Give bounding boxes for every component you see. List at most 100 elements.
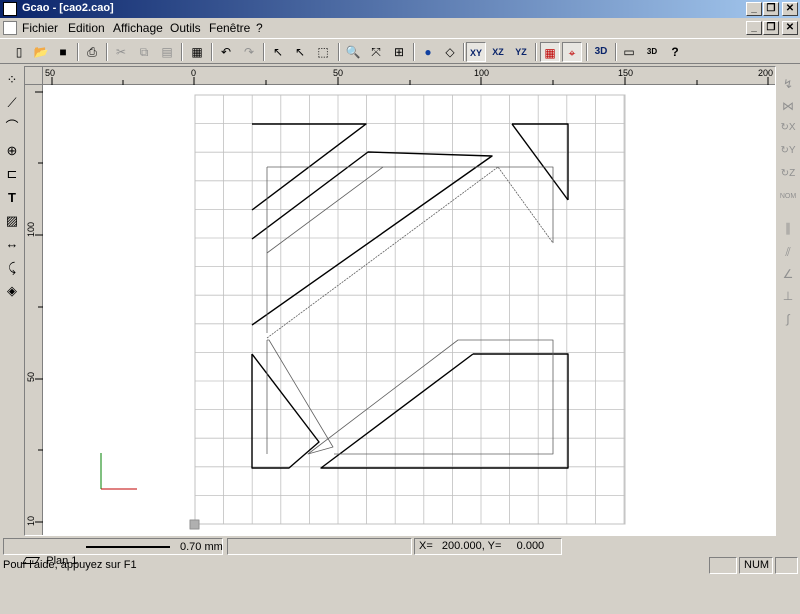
rotate-z-icon[interactable]: ↻Z bbox=[778, 164, 798, 184]
pro-3d-icon[interactable]: 3D bbox=[642, 42, 662, 62]
save-icon[interactable]: ■ bbox=[53, 42, 73, 62]
minimize-button[interactable]: _ bbox=[746, 2, 762, 16]
view-xy-button[interactable]: XY bbox=[466, 42, 486, 62]
cube-icon[interactable]: ◇ bbox=[440, 42, 460, 62]
zoom-icon[interactable]: 🔍 bbox=[343, 42, 363, 62]
mirror-icon[interactable]: ⋈ bbox=[778, 96, 798, 116]
title-bar: Gcao - [cao2.cao] _ ❐ ✕ bbox=[0, 0, 800, 18]
redo-icon[interactable]: ↷ bbox=[239, 42, 259, 62]
line-width-sample bbox=[86, 546, 170, 548]
vertical-ruler-ticks bbox=[35, 91, 43, 523]
help-hint: Pour l'aide, appuyez sur F1 bbox=[3, 559, 137, 571]
menu-fichier[interactable]: Fichier bbox=[22, 21, 58, 35]
status-bar: Pour l'aide, appuyez sur F1 NUM bbox=[0, 556, 800, 576]
rotate-x-icon[interactable]: ↻X bbox=[778, 118, 798, 138]
properties-icon[interactable]: ▦ bbox=[187, 42, 207, 62]
grid-border bbox=[194, 94, 626, 525]
menu-help[interactable]: ? bbox=[256, 21, 263, 35]
main-toolbar: ▯ 📂 ■ ⎙ ✂ ⧉ ▤ ▦ ↶ ↷ ↖ ↖ ⬚ 🔍 ⤧ ⊞ ● ◇ XY X… bbox=[0, 38, 800, 64]
toolbar-separator bbox=[106, 43, 108, 61]
curve-tool-icon[interactable]: ⌒ bbox=[2, 117, 22, 137]
vertical-ruler: 100 50 10 bbox=[25, 85, 43, 535]
menu-affichage[interactable]: Affichage bbox=[113, 21, 163, 35]
toolbar-separator bbox=[615, 43, 617, 61]
ruler-label: 10 bbox=[26, 515, 36, 526]
doc-restore-button[interactable]: ❐ bbox=[763, 21, 779, 35]
view-yz-button[interactable]: YZ bbox=[511, 42, 531, 62]
grid bbox=[194, 94, 626, 525]
perpendicular-icon[interactable]: ⊥ bbox=[778, 286, 798, 306]
doc-minimize-button[interactable]: _ bbox=[746, 21, 762, 35]
arc-tool-icon[interactable]: ⤹ bbox=[2, 258, 22, 278]
menu-fenetre[interactable]: Fenêtre bbox=[209, 21, 250, 35]
drawing-canvas[interactable] bbox=[43, 85, 776, 536]
open-icon[interactable]: 📂 bbox=[31, 42, 51, 62]
select-node-icon[interactable]: ↖ bbox=[290, 42, 310, 62]
coordinates-field: X= 200.000, Y= 0.000 bbox=[414, 538, 562, 555]
print-icon[interactable]: ⎙ bbox=[82, 42, 102, 62]
ruler-label: 100 bbox=[26, 221, 36, 237]
maximize-button[interactable]: ❐ bbox=[763, 2, 779, 16]
ruler-label: 200 bbox=[758, 68, 774, 78]
snap-toggle-icon[interactable]: ⌖ bbox=[562, 42, 582, 62]
app-icon[interactable] bbox=[3, 2, 17, 16]
plan-field[interactable]: Plan 1 0.70 mm bbox=[3, 538, 223, 567]
text-tool-icon[interactable]: T bbox=[2, 188, 22, 208]
ruler-label: 150 bbox=[618, 68, 634, 78]
num-indicator: NUM bbox=[739, 557, 773, 574]
document-icon[interactable] bbox=[3, 21, 17, 35]
drawing-workspace[interactable]: 50 0 50 100 150 200 100 50 10 bbox=[24, 66, 776, 536]
toolbar-separator bbox=[211, 43, 213, 61]
rectangle-tool-icon[interactable]: ⊏ bbox=[2, 164, 22, 184]
circle-tool-icon[interactable]: ⊕ bbox=[2, 141, 22, 161]
menu-bar: Fichier Edition Affichage Outils Fenêtre… bbox=[0, 18, 800, 38]
menu-outils[interactable]: Outils bbox=[170, 21, 201, 35]
rotate-y-icon[interactable]: ↻Y bbox=[778, 141, 798, 161]
doc-close-button[interactable]: ✕ bbox=[782, 21, 798, 35]
transform-icon[interactable]: ↯ bbox=[778, 74, 798, 94]
cut-icon[interactable]: ✂ bbox=[111, 42, 131, 62]
info-field bbox=[227, 538, 412, 555]
caps-indicator bbox=[709, 557, 737, 574]
line-width-label: 0.70 mm bbox=[180, 541, 223, 553]
toolbar-separator bbox=[586, 43, 588, 61]
offset-icon[interactable]: ⫽ bbox=[778, 242, 798, 262]
ruler-corner bbox=[25, 67, 43, 85]
toolbar-separator bbox=[463, 43, 465, 61]
undo-icon[interactable]: ↶ bbox=[216, 42, 236, 62]
horizontal-ruler-ticks bbox=[51, 77, 769, 85]
plan-status-bar: Plan 1 0.70 mm X= 200.000, Y= 0.000 bbox=[0, 537, 800, 567]
copy-icon[interactable]: ⧉ bbox=[134, 42, 154, 62]
right-tool-palette: ↯ ⋈ ↻X ↻Y ↻Z NOM ∥ ⫽ ∠ ⊥ ∫ bbox=[776, 66, 800, 536]
help-cursor-icon[interactable]: ? bbox=[665, 42, 685, 62]
fill-tool-icon[interactable]: ◈ bbox=[2, 281, 22, 301]
tangent-icon[interactable]: ∫ bbox=[778, 309, 798, 329]
toolbar-separator bbox=[535, 43, 537, 61]
globe-icon[interactable]: ● bbox=[418, 42, 438, 62]
parallel-icon[interactable]: ∥ bbox=[778, 218, 798, 238]
zoom-window-icon[interactable]: ⬚ bbox=[313, 42, 333, 62]
view-xz-button[interactable]: XZ bbox=[488, 42, 508, 62]
points-tool-icon[interactable]: ⁘ bbox=[2, 70, 22, 90]
zoom-move-icon[interactable]: ⤧ bbox=[366, 42, 386, 62]
ruler-label: 50 bbox=[333, 68, 344, 78]
polyline-tool-icon[interactable]: ⟋ bbox=[2, 93, 22, 113]
paste-icon[interactable]: ▤ bbox=[157, 42, 177, 62]
angle-icon[interactable]: ∠ bbox=[778, 264, 798, 284]
origin-handle bbox=[189, 519, 200, 530]
select-arrow-icon[interactable]: ↖ bbox=[268, 42, 288, 62]
window-icon[interactable]: ▭ bbox=[619, 42, 639, 62]
menu-edition[interactable]: Edition bbox=[68, 21, 105, 35]
dimension-tool-icon[interactable]: ↔ bbox=[2, 234, 22, 254]
new-icon[interactable]: ▯ bbox=[9, 42, 29, 62]
scroll-indicator bbox=[775, 557, 798, 574]
grid-toggle-icon[interactable]: ▦ bbox=[540, 42, 560, 62]
toolbar-separator bbox=[181, 43, 183, 61]
ruler-label: 0 bbox=[191, 68, 197, 78]
view-3d-button[interactable]: 3D bbox=[591, 42, 611, 62]
close-button[interactable]: ✕ bbox=[782, 2, 798, 16]
rotate-nom-icon[interactable]: NOM bbox=[778, 187, 798, 207]
horizontal-ruler: 50 0 50 100 150 200 bbox=[25, 67, 775, 85]
hatch-tool-icon[interactable]: ▨ bbox=[2, 211, 22, 231]
zoom-all-icon[interactable]: ⊞ bbox=[389, 42, 409, 62]
